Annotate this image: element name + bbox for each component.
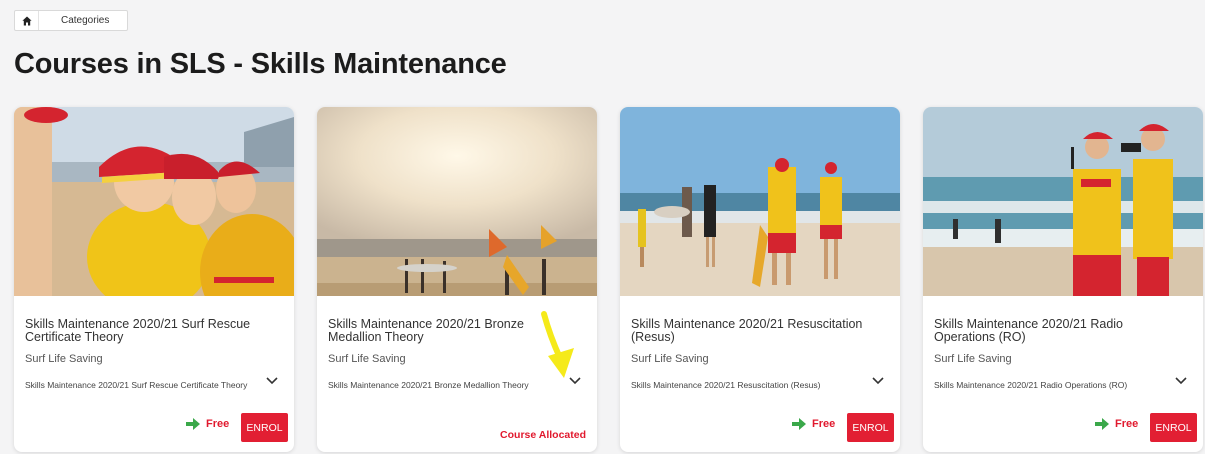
- course-variant-select[interactable]: Skills Maintenance 2020/21 Resuscitation…: [631, 380, 889, 390]
- course-provider: Surf Life Saving: [631, 353, 709, 365]
- arrow-right-icon: [1095, 418, 1109, 430]
- course-provider: Surf Life Saving: [25, 353, 103, 365]
- course-title[interactable]: Skills Maintenance 2020/21 Radio Operati…: [934, 318, 1174, 344]
- course-image: [317, 107, 597, 296]
- course-title[interactable]: Skills Maintenance 2020/21 Resuscitation…: [631, 318, 871, 344]
- course-image: [620, 107, 900, 296]
- enrol-button[interactable]: ENROL: [241, 413, 288, 442]
- price-free: Free: [1095, 418, 1138, 430]
- course-title[interactable]: Skills Maintenance 2020/21 Bronze Medall…: [328, 318, 568, 344]
- price-free: Free: [186, 418, 229, 430]
- course-provider: Surf Life Saving: [934, 353, 1012, 365]
- course-card[interactable]: Skills Maintenance 2020/21 Surf Rescue C…: [14, 107, 294, 452]
- enrol-button[interactable]: ENROL: [847, 413, 894, 442]
- chevron-down-icon[interactable]: [872, 376, 884, 386]
- chevron-down-icon[interactable]: [266, 376, 278, 386]
- home-icon[interactable]: [15, 11, 39, 30]
- chevron-down-icon[interactable]: [1175, 376, 1187, 386]
- price-label: Free: [1115, 418, 1139, 430]
- breadcrumb: Categories: [14, 10, 129, 31]
- page-title: Courses in SLS - Skills Maintenance: [14, 48, 507, 80]
- price-free: Free: [792, 418, 835, 430]
- arrow-right-icon: [792, 418, 806, 430]
- course-image: [923, 107, 1203, 296]
- price-label: Free: [812, 418, 836, 430]
- breadcrumb-categories[interactable]: Categories: [39, 11, 127, 30]
- course-image: [14, 107, 294, 296]
- course-variant-select[interactable]: Skills Maintenance 2020/21 Radio Operati…: [934, 380, 1192, 390]
- course-variant-select[interactable]: Skills Maintenance 2020/21 Surf Rescue C…: [25, 380, 283, 390]
- course-card[interactable]: Skills Maintenance 2020/21 Resuscitation…: [620, 107, 900, 452]
- annotation-arrow-icon: [541, 311, 574, 378]
- enrol-button[interactable]: ENROL: [1150, 413, 1197, 442]
- course-card[interactable]: Skills Maintenance 2020/21 Bronze Medall…: [317, 107, 597, 452]
- course-card[interactable]: Skills Maintenance 2020/21 Radio Operati…: [923, 107, 1203, 452]
- course-title[interactable]: Skills Maintenance 2020/21 Surf Rescue C…: [25, 318, 265, 344]
- arrow-right-icon: [186, 418, 200, 430]
- course-provider: Surf Life Saving: [328, 353, 406, 365]
- price-label: Free: [206, 418, 230, 430]
- course-allocated-status: Course Allocated: [500, 429, 586, 441]
